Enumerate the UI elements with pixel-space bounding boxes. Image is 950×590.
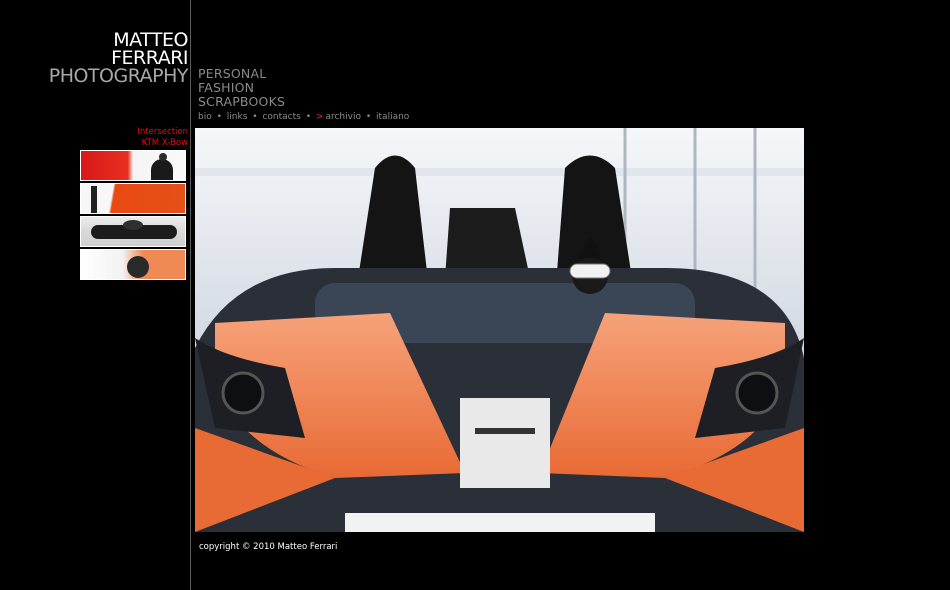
separator-dot: • <box>252 112 258 122</box>
gallery-title: Intersection KTM X-Bow <box>137 127 188 149</box>
menu-item-scrapbooks[interactable]: SCRAPBOOKS <box>198 95 285 109</box>
thumbnail-1[interactable] <box>80 150 186 181</box>
active-arrow-icon: > <box>315 112 324 122</box>
thumbnail-2[interactable] <box>80 183 186 214</box>
separator-dot: • <box>305 112 312 122</box>
menu-item-personal[interactable]: PERSONAL <box>198 67 285 81</box>
thumbnail-4[interactable] <box>80 249 186 280</box>
gallery-title-line-2: KTM X-Bow <box>141 138 188 148</box>
thumbnail-3[interactable] <box>80 216 186 247</box>
logo-line-3: PHOTOGRAPHY <box>48 65 189 87</box>
menu-item-fashion[interactable]: FASHION <box>198 81 285 95</box>
main-photo <box>195 128 804 532</box>
sidebar-divider <box>190 0 191 590</box>
site-logo[interactable]: MATTEO FERRARI PHOTOGRAPHY <box>48 31 189 87</box>
separator-dot: • <box>365 112 372 122</box>
car-photo-illustration <box>195 128 804 532</box>
gallery-title-line-1: Intersection <box>137 127 188 137</box>
copyright-text: copyright © 2010 Matteo Ferrari <box>199 542 338 552</box>
link-links[interactable]: links <box>227 112 248 122</box>
thumbnail-strip <box>80 150 186 282</box>
separator-dot: • <box>216 112 222 122</box>
link-archivio[interactable]: archivio <box>325 112 361 122</box>
secondary-menu: bio • links • contacts • > archivio • ita… <box>198 112 409 122</box>
link-bio[interactable]: bio <box>198 112 212 122</box>
link-italiano[interactable]: italiano <box>376 112 409 122</box>
link-contacts[interactable]: contacts <box>262 112 300 122</box>
main-menu: PERSONAL FASHION SCRAPBOOKS <box>198 67 285 109</box>
